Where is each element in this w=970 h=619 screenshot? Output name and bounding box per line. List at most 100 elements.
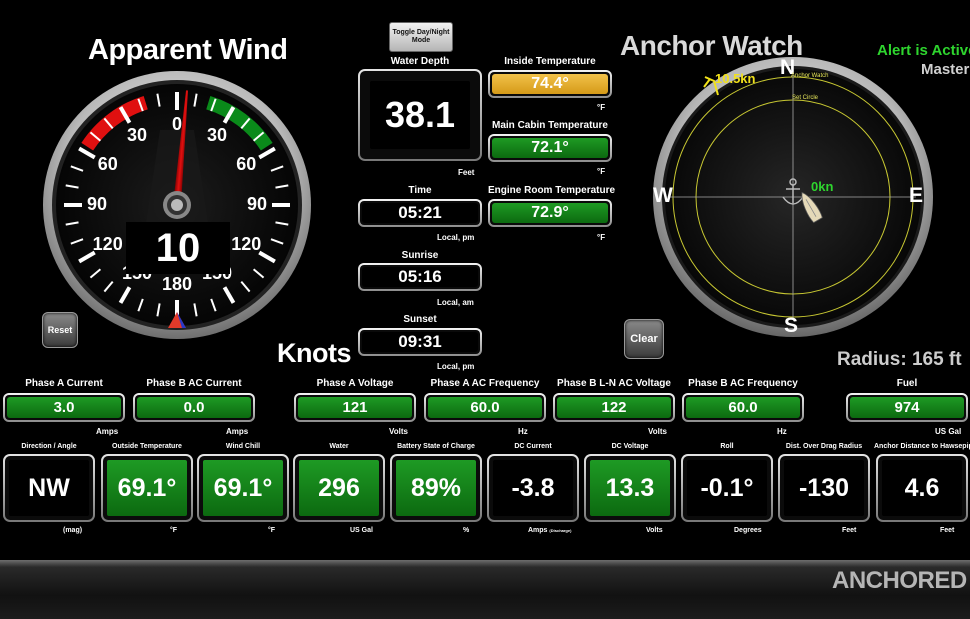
water-depth-label: Water Depth: [390, 56, 450, 67]
row2-value: 4.6: [882, 460, 962, 516]
sunrise-pill: 05:16: [358, 263, 482, 291]
row1-unit: Volts: [389, 427, 408, 436]
row2-tile: NW: [3, 454, 95, 522]
main-cabin-temp-value: 72.1°: [492, 138, 608, 158]
row2-value: -130: [784, 460, 864, 516]
set-circle-label: Set Circle: [792, 95, 819, 101]
gauge-dial-label: 120: [231, 234, 262, 254]
main-cabin-temp-pill: 72.1°: [488, 134, 612, 162]
gauge-dial-label: 60: [97, 154, 118, 174]
gauge-dial-label: 90: [86, 194, 108, 214]
gauge-dial-label: 120: [92, 234, 123, 254]
row2-unit-text: Amps: [528, 527, 548, 534]
row1-label: Phase B AC Frequency: [688, 378, 798, 389]
sunset-value: 09:31: [362, 332, 478, 352]
row2-tile: 296: [293, 454, 385, 522]
compass-west: W: [653, 184, 673, 207]
row2-tile: -3.8: [487, 454, 579, 522]
water-depth-value: 38.1: [370, 81, 470, 149]
sunset-pill: 09:31: [358, 328, 482, 356]
sunrise-value: 05:16: [362, 267, 478, 287]
row2-unit-text: (mag): [63, 527, 83, 534]
clear-button[interactable]: Clear: [624, 319, 664, 359]
row2-label: Anchor Distance to Hawsepipe: [874, 443, 970, 450]
engine-room-temp-unit: °F: [597, 233, 606, 242]
sunset-label: Sunset: [403, 314, 437, 325]
row2-unit: Feet: [940, 527, 954, 534]
radius-label: Radius: 165 ft: [837, 349, 962, 370]
row2-label: Dist. Over Drag Radius: [785, 443, 863, 450]
alert-status: Alert is Active: [877, 42, 970, 59]
gauge-dial-label: 180: [161, 274, 193, 294]
sunrise-unit: Local, am: [437, 298, 474, 307]
footer-bar: [0, 560, 970, 619]
row2-unit: %: [463, 527, 469, 534]
row2-unit: US Gal: [350, 527, 373, 534]
row1-value: 60.0: [428, 397, 542, 418]
row2-label: Battery State of Charge: [397, 443, 475, 450]
main-cabin-temp-unit: °F: [597, 167, 606, 176]
row2-unit: Amps (Discharge): [528, 527, 571, 534]
toggle-day-night-button[interactable]: Toggle Day/Night Mode: [389, 22, 453, 52]
row1-unit: US Gal: [935, 427, 962, 436]
gauge-dial-label: 30: [206, 124, 228, 145]
row1-unit: Volts: [648, 427, 667, 436]
water-depth-unit: Feet: [458, 168, 475, 177]
anchored-status: ANCHORED: [832, 567, 967, 594]
row2-value: 89%: [396, 460, 476, 516]
row1-pill: 60.0: [424, 393, 546, 422]
row1-value: 122: [557, 397, 671, 418]
row2-label: Wind Chill: [225, 443, 261, 450]
row2-label: DC Current: [514, 443, 552, 450]
row1-unit: Hz: [518, 427, 528, 436]
row1-value: 60.0: [686, 397, 800, 418]
row2-unit-text: °F: [170, 527, 178, 534]
row1-label: Phase A Current: [25, 378, 103, 389]
row2-unit: Feet: [842, 527, 856, 534]
row1-pill: 121: [294, 393, 416, 422]
anchor-watch-title: Anchor Watch: [620, 30, 803, 61]
row1-pill: 974: [846, 393, 968, 422]
row1-pill: 60.0: [682, 393, 804, 422]
row2-tile: 4.6: [876, 454, 968, 522]
wind-speed-readout: 10: [126, 222, 230, 274]
row2-unit: °F: [170, 527, 177, 534]
row1-label: Fuel: [896, 378, 918, 389]
gauge-dial-label: 60: [236, 154, 257, 174]
row2-tile: -130: [778, 454, 870, 522]
row1-value: 121: [298, 397, 412, 418]
row2-value: 13.3: [590, 460, 670, 516]
time-pill: 05:21: [358, 199, 482, 227]
row2-value: 69.1°: [107, 460, 187, 516]
row1-pill: 0.0: [133, 393, 255, 422]
sunset-unit: Local, pm: [437, 362, 475, 371]
row2-tile: 69.1°: [197, 454, 289, 522]
master-role: Master: [921, 61, 970, 78]
row1-pill: 3.0: [3, 393, 125, 422]
apparent-wind-title: Apparent Wind: [88, 34, 288, 66]
row2-value: NW: [9, 460, 89, 516]
row1-pill: 122: [553, 393, 675, 422]
row1-unit: Amps: [96, 427, 119, 436]
row1-unit: Amps: [226, 427, 249, 436]
row2-label: Roll: [720, 443, 734, 450]
boat-speed: 0kn: [811, 179, 834, 194]
inside-temp-unit: °F: [597, 103, 606, 112]
reset-button[interactable]: Reset: [42, 312, 78, 348]
row2-unit-text: °F: [268, 527, 276, 534]
row1-value: 3.0: [7, 397, 121, 418]
row2-value: 69.1°: [203, 460, 283, 516]
row1-unit: Hz: [777, 427, 787, 436]
row2-unit-text: Feet: [940, 527, 955, 534]
row2-unit: °F: [268, 527, 275, 534]
gauge-dial-label: 0: [171, 114, 182, 134]
compass-south: S: [784, 314, 799, 337]
inside-temp-pill: 74.4°: [488, 70, 612, 98]
row2-value: -3.8: [493, 460, 573, 516]
row2-tile: 89%: [390, 454, 482, 522]
row1-label: Phase B AC Current: [146, 378, 242, 389]
engine-room-temp-label: Engine Room Temperature: [488, 185, 616, 196]
row2-unit-note: (Discharge): [549, 528, 572, 533]
knots-label: Knots: [277, 338, 352, 368]
row2-unit-text: Volts: [646, 527, 663, 534]
